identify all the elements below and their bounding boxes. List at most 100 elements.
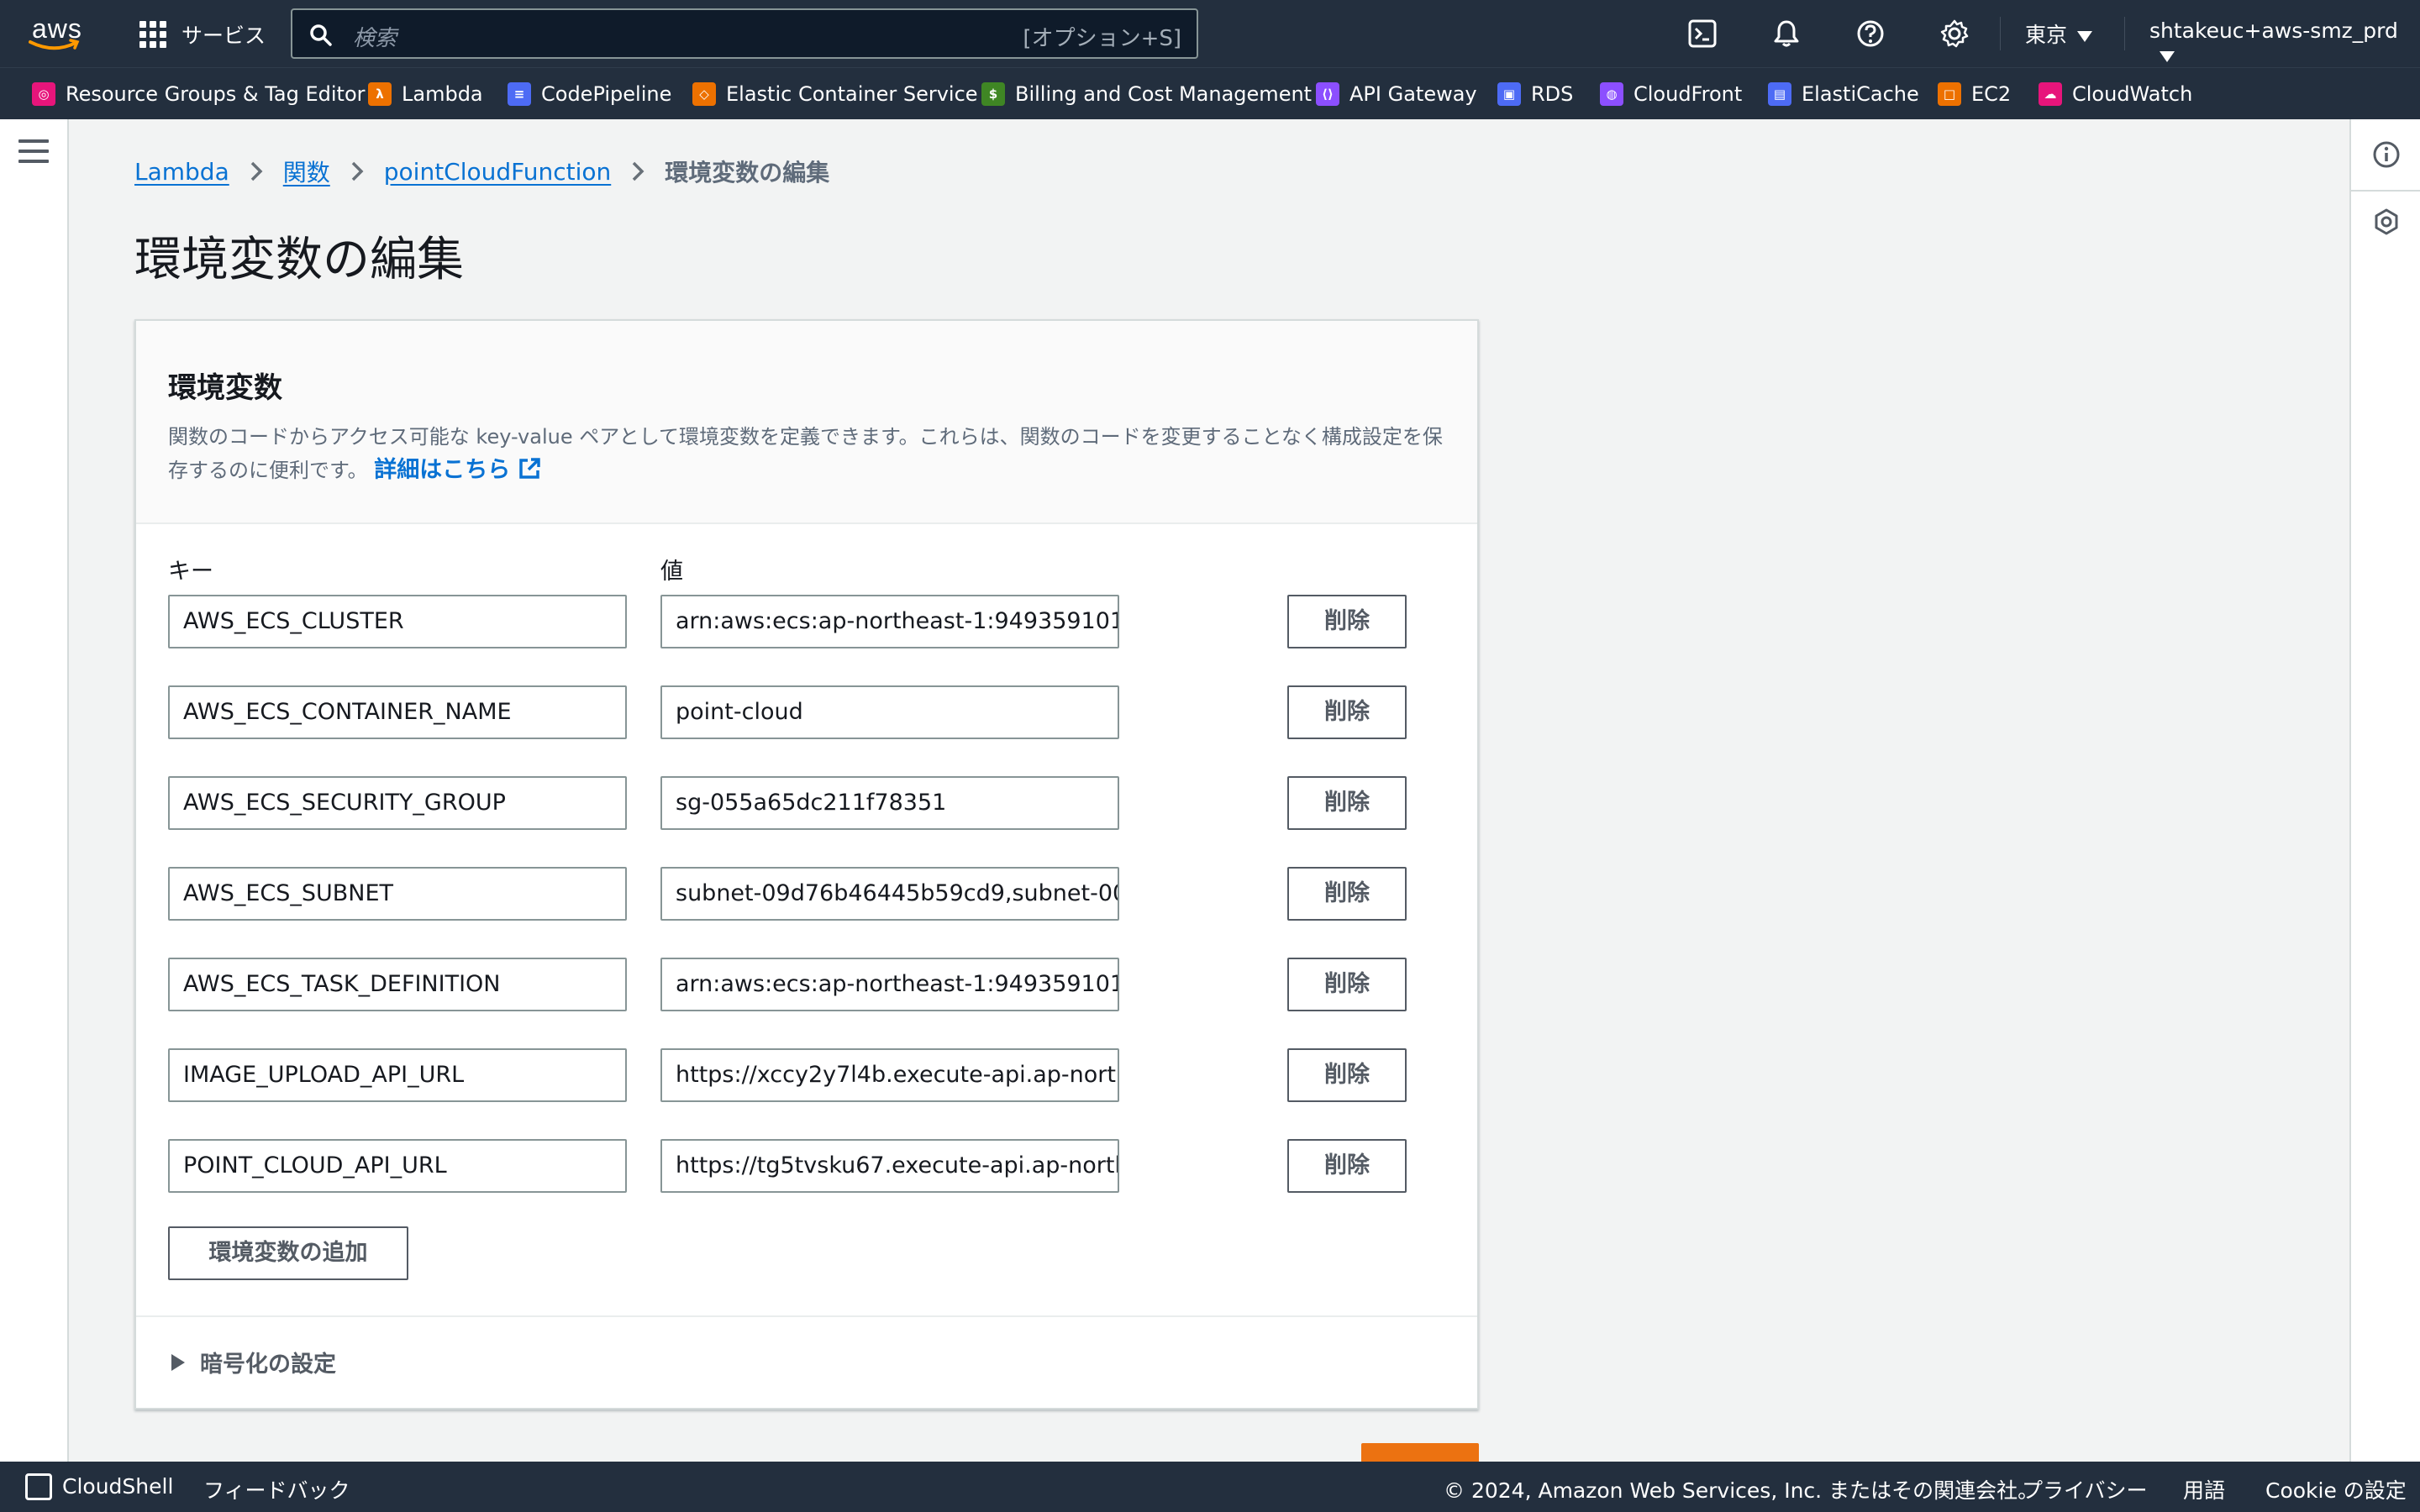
value-input[interactable]: subnet-09d76b46445b59cd9,subnet-00 [660,867,1119,921]
encryption-settings-toggle[interactable]: 暗号化の設定 [168,1346,336,1378]
account-label: shtakeuc+aws-smz_prd [2149,18,2398,43]
key-input[interactable]: AWS_ECS_SECURITY_GROUP [168,776,627,830]
favorite-lambda[interactable]: λ Lambda [368,81,483,108]
services-menu-button[interactable]: サービス [139,20,266,49]
value-input[interactable]: https://tg5tvsku67.execute-api.ap-north [660,1139,1119,1193]
codepipeline-icon: ≡ [508,82,531,106]
key-input[interactable]: AWS_ECS_TASK_DEFINITION [168,958,627,1011]
env-var-row: IMAGE_UPLOAD_API_URL https://xccy2y7l4b.… [168,1048,1407,1104]
copyright-text: © 2024, Amazon Web Services, Inc. またはその関… [1444,1478,2039,1503]
breadcrumb-functions[interactable]: 関数 [283,155,330,188]
favorite-cloudwatch[interactable]: ☁ CloudWatch [2039,81,2192,108]
breadcrumb-current: 環境変数の編集 [665,159,830,186]
rds-icon: ▣ [1497,82,1521,106]
favorite-ecs[interactable]: ◇ Elastic Container Service [692,81,978,108]
add-environment-variable-button[interactable]: 環境変数の追加 [168,1226,408,1280]
key-input[interactable]: POINT_CLOUD_API_URL [168,1139,627,1193]
delete-button[interactable]: 削除 [1287,958,1407,1011]
panel-divider [136,1315,1477,1317]
terms-link[interactable]: 用語 [2183,1474,2225,1504]
favorite-elasticache[interactable]: ▤ ElastiCache [1768,81,1919,108]
page-title: 環境変数の編集 [134,233,464,287]
favorite-label: CloudFront [1634,82,1743,106]
delete-button[interactable]: 削除 [1287,776,1407,830]
environment-variables-panel: 環境変数 関数のコードからアクセス可能な key-value ペアとして環境変数… [134,319,1479,1410]
breadcrumb-function-name[interactable]: pointCloudFunction [384,158,611,186]
cookie-settings-link[interactable]: Cookie の設定 [2265,1474,2407,1504]
key-column-label: キー [168,559,213,585]
breadcrumb: Lambda 関数 pointCloudFunction 環境変数の編集 [134,155,829,188]
favorite-api-gateway[interactable]: ⟨⟩ API Gateway [1316,81,1477,108]
resource-groups-icon: ◎ [32,82,55,106]
caret-right-icon [171,1353,185,1371]
favorite-resource-groups[interactable]: ◎ Resource Groups & Tag Editor [32,81,366,108]
cloudshell-icon[interactable] [1686,17,1719,50]
region-selector[interactable]: 東京 [2025,18,2093,49]
cloudshell-icon[interactable] [25,1473,52,1500]
key-input[interactable]: IMAGE_UPLOAD_API_URL [168,1048,627,1102]
bell-icon[interactable] [1770,17,1803,50]
value-input[interactable]: arn:aws:ecs:ap-northeast-1:9493591012 [660,595,1119,648]
panel-title: 環境変数 [168,371,282,405]
search-shortcut-hint: [オプション+S] [1023,26,1181,51]
left-navigation-rail [0,119,69,1462]
favorite-ec2[interactable]: □ EC2 [1938,81,2011,108]
aws-smile-icon [29,39,80,50]
panel-description-text: 関数のコードからアクセス可能な key-value ペアとして環境変数を定義でき… [168,425,1443,482]
delete-button[interactable]: 削除 [1287,1048,1407,1102]
region-label: 東京 [2025,23,2068,47]
favorite-billing[interactable]: $ Billing and Cost Management [981,81,1312,108]
chevron-right-icon [250,160,263,182]
help-icon[interactable] [1854,17,1887,50]
value-input[interactable]: arn:aws:ecs:ap-northeast-1:9493591012 [660,958,1119,1011]
top-navigation: aws サービス 検索 [オプション+S] 東京 shtakeuc+aws-sm… [0,0,2420,67]
env-var-row: AWS_ECS_SECURITY_GROUP sg-055a65dc211f78… [168,776,1407,832]
favorite-label: Billing and Cost Management [1015,82,1313,106]
feedback-hexagon-icon[interactable] [2370,205,2403,239]
billing-icon: $ [981,82,1005,106]
panel-description: 関数のコードからアクセス可能な key-value ペアとして環境変数を定義でき… [168,420,1445,487]
chevron-right-icon [631,160,644,182]
footer: CloudShell フィードバック © 2024, Amazon Web Se… [0,1462,2420,1512]
delete-button[interactable]: 削除 [1287,685,1407,739]
nav-divider [2124,17,2125,50]
key-input[interactable]: AWS_ECS_CLUSTER [168,595,627,648]
favorite-label: API Gateway [1349,82,1477,106]
search-input[interactable]: 検索 [オプション+S] [291,8,1198,59]
env-var-row: AWS_ECS_CONTAINER_NAME point-cloud 削除 [168,685,1407,741]
save-button[interactable] [1361,1443,1479,1462]
favorite-label: RDS [1531,82,1574,106]
nav-divider [2000,17,2001,50]
services-label: サービス [182,24,266,48]
privacy-link[interactable]: プライバシー [2022,1474,2148,1504]
account-menu[interactable]: shtakeuc+aws-smz_prd [2149,18,2420,67]
favorite-rds[interactable]: ▣ RDS [1497,81,1573,108]
key-input[interactable]: AWS_ECS_SUBNET [168,867,627,921]
favorite-cloudfront[interactable]: ◍ CloudFront [1600,81,1742,108]
chevron-down-icon [2160,50,2175,62]
info-icon[interactable] [2370,138,2403,171]
delete-button[interactable]: 削除 [1287,1139,1407,1193]
ecs-icon: ◇ [692,82,716,106]
cloudshell-link[interactable]: CloudShell [62,1474,173,1499]
chevron-right-icon [350,160,364,182]
favorite-label: Resource Groups & Tag Editor [66,82,366,106]
rail-divider [2351,190,2420,192]
gear-icon[interactable] [1938,17,1971,50]
value-input[interactable]: sg-055a65dc211f78351 [660,776,1119,830]
learn-more-link[interactable]: 詳細はこちら [374,457,542,483]
feedback-link[interactable]: フィードバック [203,1474,350,1504]
favorite-label: Elastic Container Service [726,82,978,106]
breadcrumb-lambda[interactable]: Lambda [134,158,229,186]
env-var-row: AWS_ECS_SUBNET subnet-09d76b46445b59cd9,… [168,867,1407,922]
value-input[interactable]: https://xccy2y7l4b.execute-api.ap-north [660,1048,1119,1102]
menu-icon[interactable] [18,139,49,165]
delete-button[interactable]: 削除 [1287,867,1407,921]
favorite-label: ElastiCache [1802,82,1919,106]
delete-button[interactable]: 削除 [1287,595,1407,648]
cloudwatch-icon: ☁ [2039,82,2062,106]
favorite-codepipeline[interactable]: ≡ CodePipeline [508,81,671,108]
key-input[interactable]: AWS_ECS_CONTAINER_NAME [168,685,627,739]
aws-logo[interactable]: aws [29,13,87,52]
value-input[interactable]: point-cloud [660,685,1119,739]
